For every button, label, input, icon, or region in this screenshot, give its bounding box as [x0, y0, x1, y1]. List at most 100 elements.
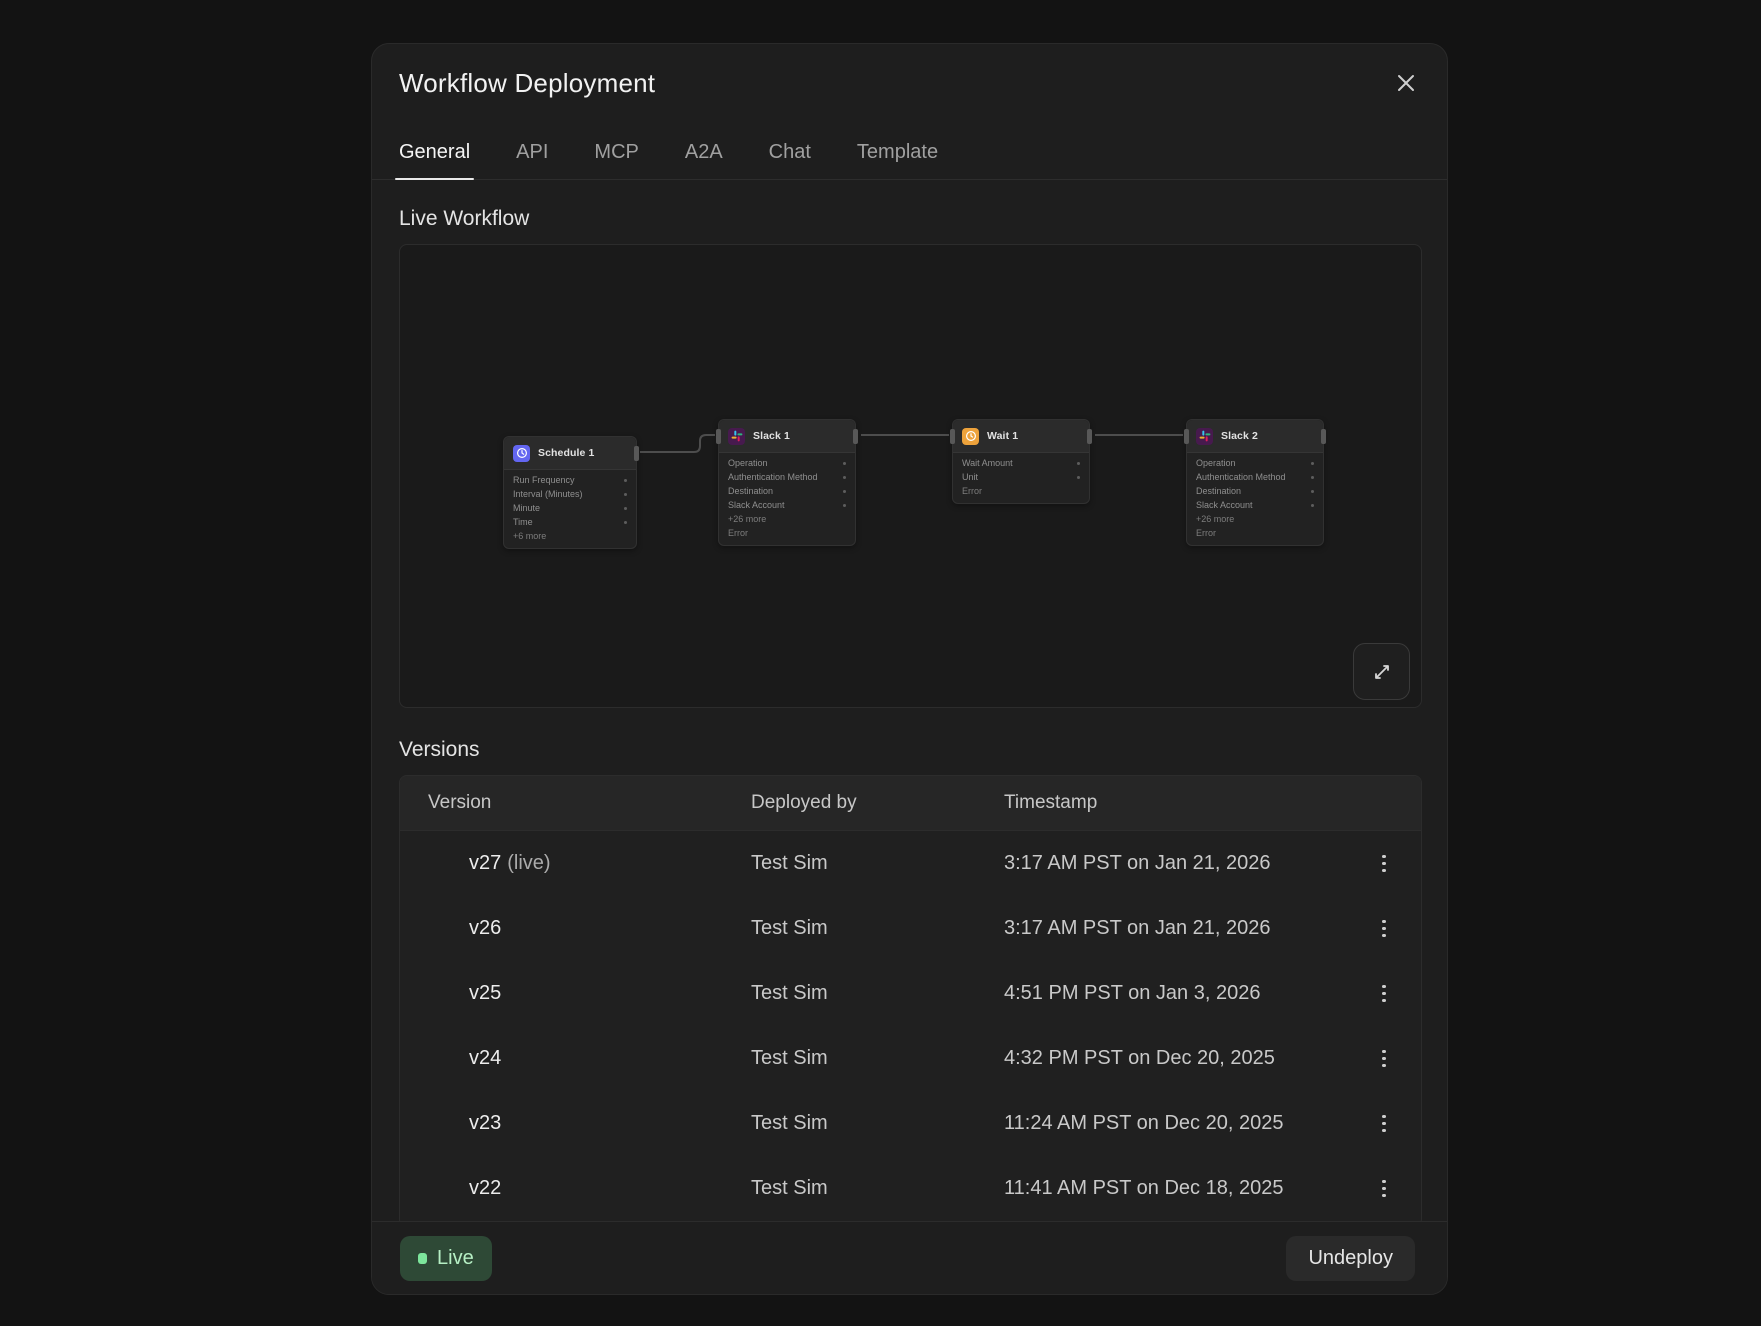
node-more-label[interactable]: +26 more	[719, 512, 855, 526]
tab-template[interactable]: Template	[857, 141, 938, 179]
node-title: Slack 1	[753, 430, 790, 442]
tab-a2a[interactable]: A2A	[685, 141, 723, 179]
table-row[interactable]: v25 Test Sim 4:51 PM PST on Jan 3, 2026	[400, 961, 1421, 1026]
node-field-label: Slack Account	[728, 500, 785, 510]
tab-mcp[interactable]: MCP	[594, 141, 638, 179]
workflow-node-schedule-1[interactable]: Schedule 1 Run Frequency Interval (Minut…	[503, 436, 637, 549]
node-field-label: Minute	[513, 503, 540, 513]
row-menu-button[interactable]	[1367, 847, 1401, 881]
tab-api[interactable]: API	[516, 141, 548, 179]
wait-clock-icon	[962, 428, 979, 445]
workflow-node-slack-1[interactable]: Slack 1 Operation Authentication Method …	[718, 419, 856, 546]
version-label: v27	[469, 852, 501, 874]
table-row[interactable]: v27(live) Test Sim 3:17 AM PST on Jan 21…	[400, 831, 1421, 896]
schedule-clock-icon	[513, 445, 530, 462]
field-dot-icon	[843, 504, 846, 507]
node-header: Slack 2	[1187, 420, 1323, 453]
table-row[interactable]: v24 Test Sim 4:32 PM PST on Dec 20, 2025	[400, 1026, 1421, 1091]
row-menu-button[interactable]	[1367, 1172, 1401, 1206]
undeploy-button[interactable]: Undeploy	[1286, 1236, 1415, 1281]
field-dot-icon	[1077, 476, 1080, 479]
workflow-deployment-modal: Workflow Deployment General API MCP A2A …	[371, 43, 1448, 1295]
deployed-by-value: Test Sim	[751, 917, 1004, 940]
live-dot-icon	[418, 1253, 427, 1264]
slack-icon	[728, 428, 745, 445]
output-port[interactable]	[1321, 429, 1326, 444]
node-body: Run Frequency Interval (Minutes) Minute …	[504, 470, 636, 548]
node-more-label[interactable]: +26 more	[1187, 512, 1323, 526]
output-port[interactable]	[634, 446, 639, 461]
node-field-label: Operation	[1196, 458, 1236, 468]
field-dot-icon	[624, 493, 627, 496]
node-field-label: Slack Account	[1196, 500, 1253, 510]
live-workflow-heading: Live Workflow	[399, 207, 1422, 231]
deployed-by-value: Test Sim	[751, 1177, 1004, 1200]
version-label: v25	[469, 982, 501, 1004]
column-header-version: Version	[428, 792, 751, 814]
workflow-node-wait-1[interactable]: Wait 1 Wait Amount Unit Error	[952, 419, 1090, 504]
node-title: Schedule 1	[538, 447, 594, 459]
tab-general[interactable]: General	[399, 141, 470, 179]
table-row[interactable]: v22 Test Sim 11:41 AM PST on Dec 18, 202…	[400, 1156, 1421, 1221]
version-label: v24	[469, 1047, 501, 1069]
node-field-label: Destination	[1196, 486, 1241, 496]
field-dot-icon	[843, 476, 846, 479]
workflow-node-slack-2[interactable]: Slack 2 Operation Authentication Method …	[1186, 419, 1324, 546]
close-button[interactable]	[1391, 68, 1421, 98]
node-title: Slack 2	[1221, 430, 1258, 442]
timestamp-value: 4:51 PM PST on Jan 3, 2026	[1004, 982, 1331, 1005]
table-row[interactable]: v26 Test Sim 3:17 AM PST on Jan 21, 2026	[400, 896, 1421, 961]
table-header-row: Version Deployed by Timestamp	[400, 776, 1421, 831]
field-dot-icon	[1311, 462, 1314, 465]
version-label: v23	[469, 1112, 501, 1134]
node-header: Schedule 1	[504, 437, 636, 470]
node-more-label[interactable]: +6 more	[504, 529, 636, 543]
deployed-by-value: Test Sim	[751, 1112, 1004, 1135]
row-menu-button[interactable]	[1367, 912, 1401, 946]
field-dot-icon	[1311, 476, 1314, 479]
modal-content: Live Workflow Schedule 1 Run Frequency	[399, 181, 1422, 1227]
node-field-label: Authentication Method	[728, 472, 818, 482]
field-dot-icon	[843, 490, 846, 493]
field-dot-icon	[1311, 490, 1314, 493]
node-field-label: Destination	[728, 486, 773, 496]
version-label: v22	[469, 1177, 501, 1199]
column-header-timestamp: Timestamp	[1004, 792, 1331, 814]
input-port[interactable]	[716, 429, 721, 444]
field-dot-icon	[624, 479, 627, 482]
node-header: Slack 1	[719, 420, 855, 453]
node-title: Wait 1	[987, 430, 1018, 442]
timestamp-value: 3:17 AM PST on Jan 21, 2026	[1004, 852, 1331, 875]
expand-workflow-button[interactable]	[1353, 643, 1410, 700]
tab-bar: General API MCP A2A Chat Template	[372, 132, 1447, 180]
timestamp-value: 11:24 AM PST on Dec 20, 2025	[1004, 1112, 1331, 1135]
input-port[interactable]	[1184, 429, 1189, 444]
node-field-label: Run Frequency	[513, 475, 575, 485]
row-menu-button[interactable]	[1367, 1042, 1401, 1076]
output-port[interactable]	[1087, 429, 1092, 444]
column-header-deployed-by: Deployed by	[751, 792, 1004, 814]
timestamp-value: 11:41 AM PST on Dec 18, 2025	[1004, 1177, 1331, 1200]
node-error-label: Error	[1187, 526, 1323, 540]
table-row[interactable]: v23 Test Sim 11:24 AM PST on Dec 20, 202…	[400, 1091, 1421, 1156]
node-error-label: Error	[953, 484, 1089, 498]
deployed-by-value: Test Sim	[751, 1047, 1004, 1070]
node-body: Operation Authentication Method Destinat…	[1187, 453, 1323, 545]
timestamp-value: 3:17 AM PST on Jan 21, 2026	[1004, 917, 1331, 940]
node-field-label: Interval (Minutes)	[513, 489, 583, 499]
live-status-badge: Live	[400, 1236, 492, 1281]
input-port[interactable]	[950, 429, 955, 444]
workflow-canvas[interactable]: Schedule 1 Run Frequency Interval (Minut…	[399, 244, 1422, 708]
versions-heading: Versions	[399, 738, 1422, 762]
node-field-label: Time	[513, 517, 533, 527]
node-field-label: Authentication Method	[1196, 472, 1286, 482]
row-menu-button[interactable]	[1367, 977, 1401, 1011]
slack-icon	[1196, 428, 1213, 445]
live-suffix-label: (live)	[507, 852, 550, 874]
output-port[interactable]	[853, 429, 858, 444]
timestamp-value: 4:32 PM PST on Dec 20, 2025	[1004, 1047, 1331, 1070]
tab-chat[interactable]: Chat	[769, 141, 811, 179]
row-menu-button[interactable]	[1367, 1107, 1401, 1141]
node-header: Wait 1	[953, 420, 1089, 453]
modal-footer: Live Undeploy	[372, 1221, 1447, 1294]
